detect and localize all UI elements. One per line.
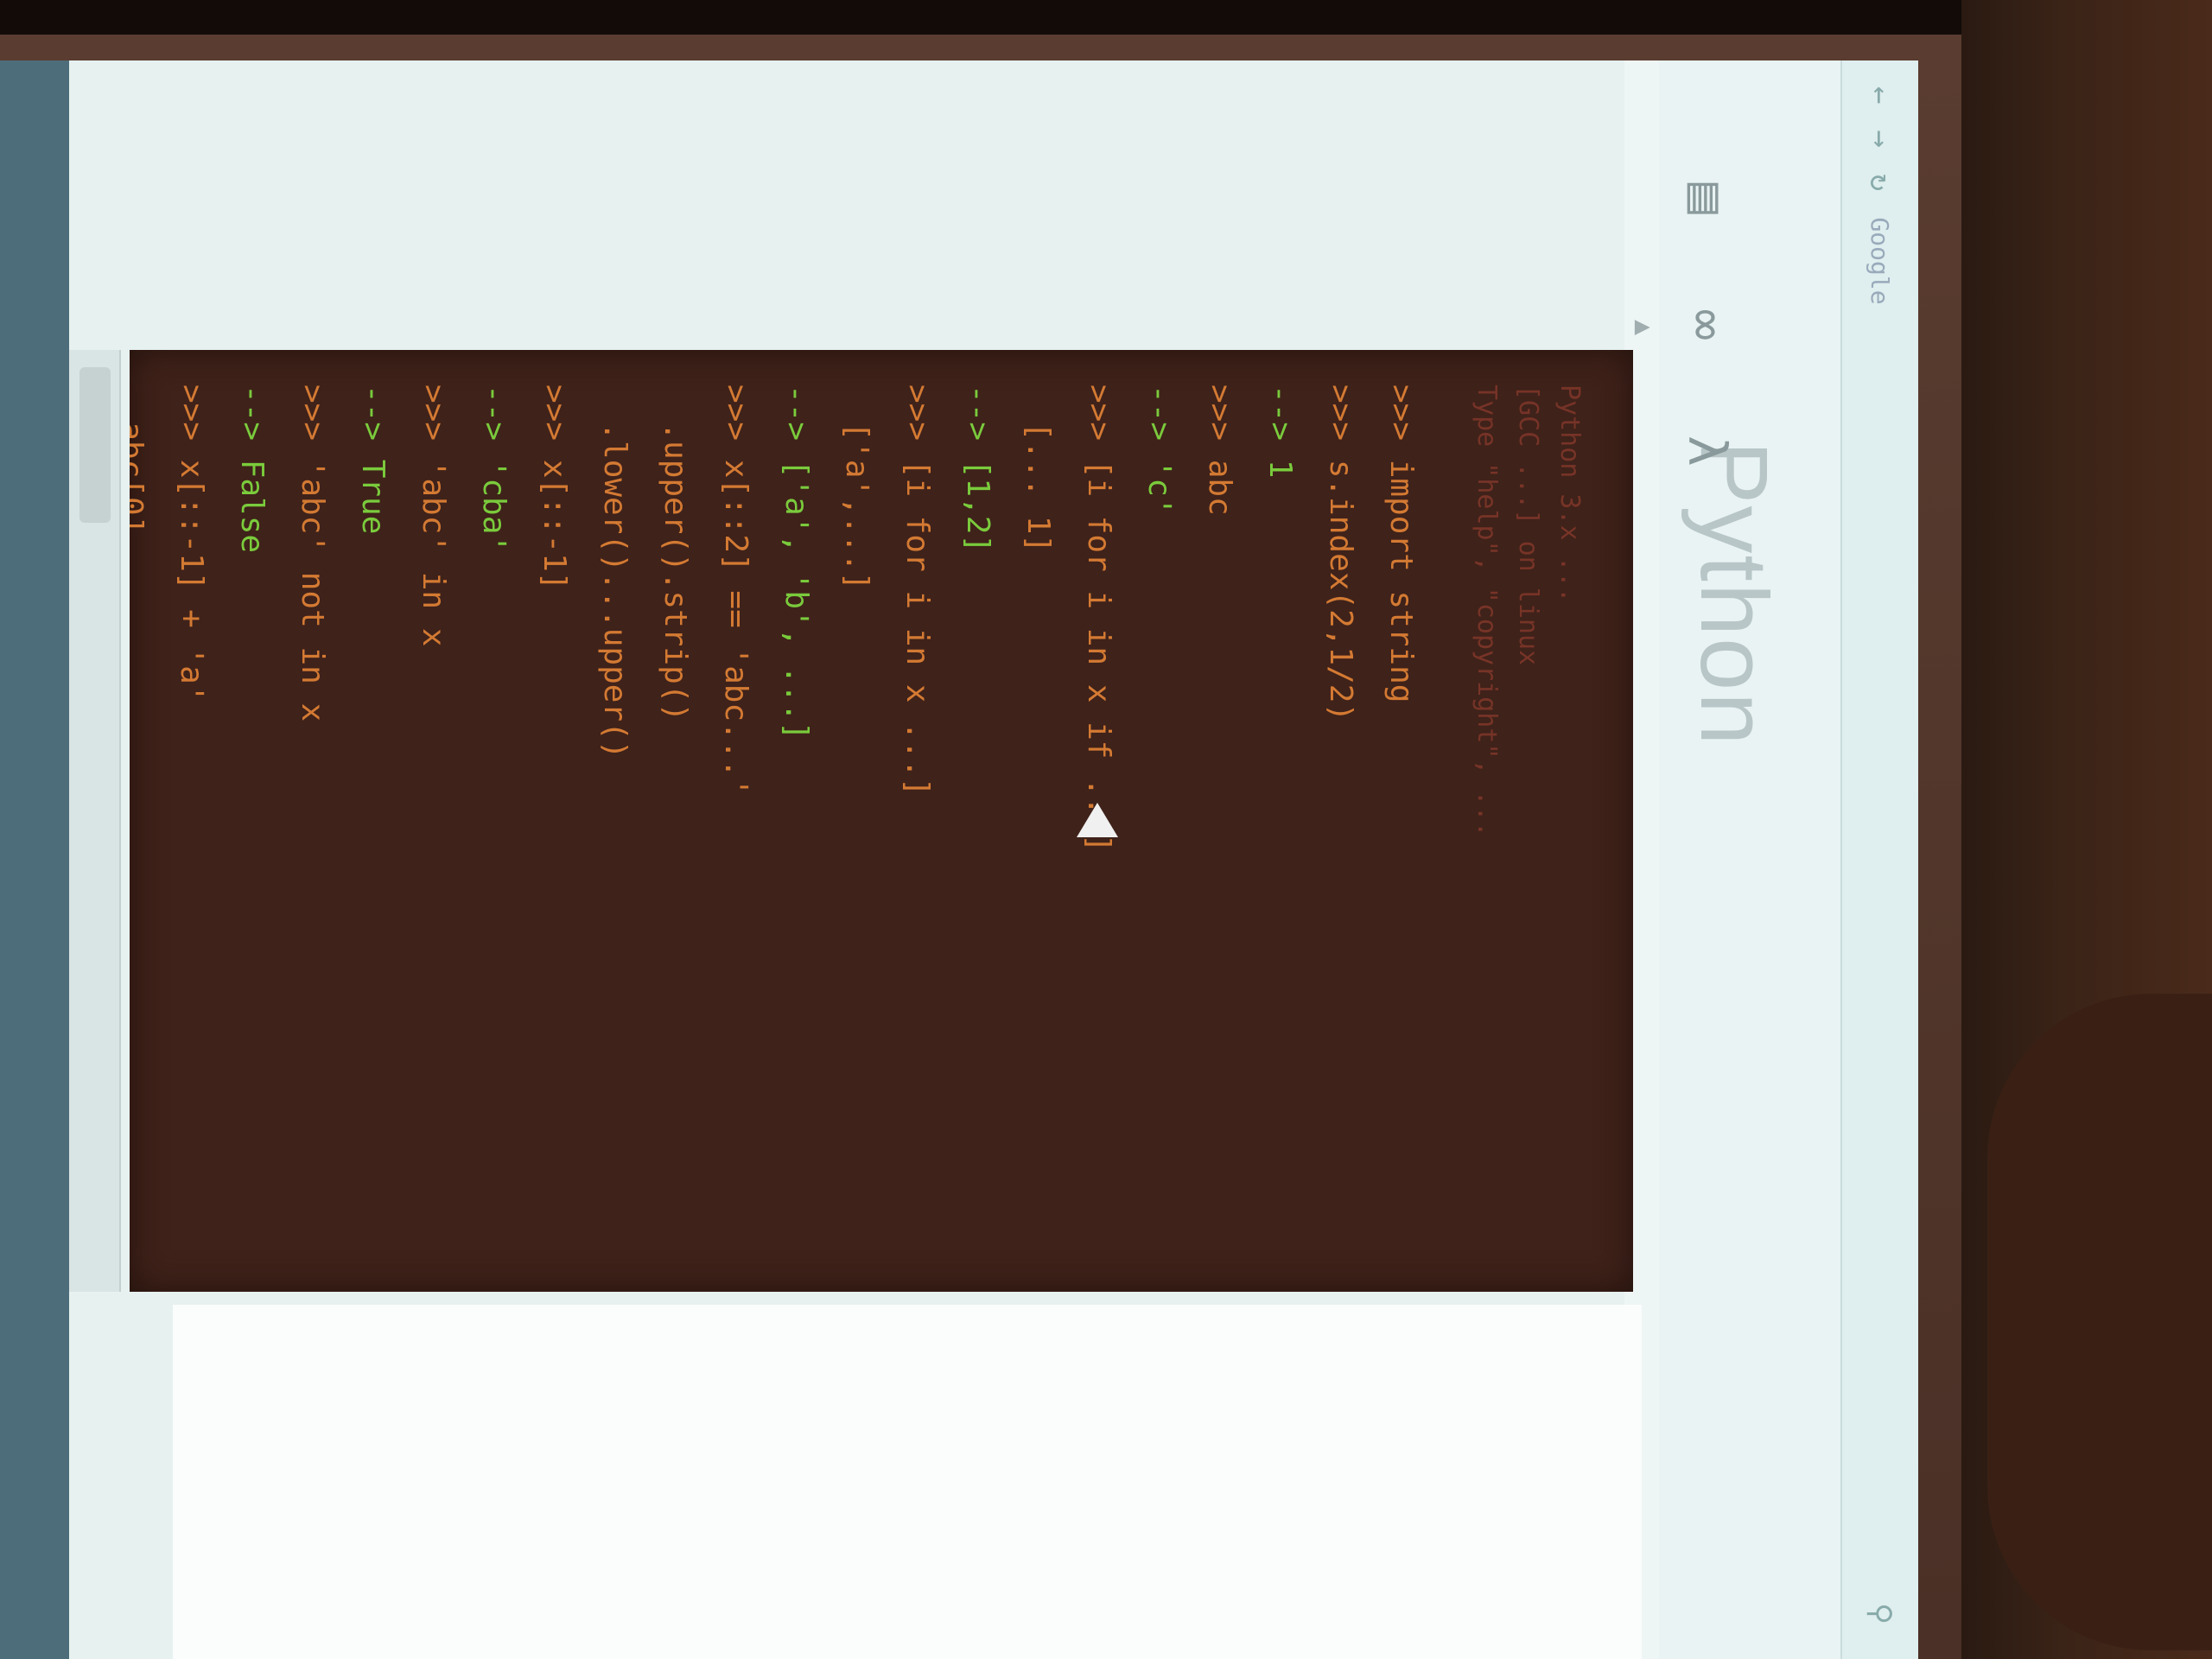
forward-arrow-icon[interactable]: → [1863,130,1897,147]
collapse-arrow-icon[interactable]: ▲ [1629,320,1659,335]
browser-window: ← → ↻ Google ⚲ Python ▤ ∞ λ ▲ Python 3.x… [0,60,1918,1659]
console-line: --> 'cba' [476,385,512,554]
console-line: >>> x[::-1] + 'a' [174,385,209,703]
python-console[interactable]: Python 3.x ... [GCC ...] on linux Type "… [130,350,1633,1292]
console-line: >>> [i for i in x ...] [899,385,935,797]
console-line: --> False [234,385,270,554]
console-line: >>> x[::-1] [537,385,572,591]
console-banner: Python 3.x ... [GCC ...] on linux Type "… [1465,385,1590,1266]
refresh-icon[interactable]: ↻ [1863,174,1897,191]
console-line: [... 1] [1020,385,1056,554]
banner-line: Type "help", "copyright", ... [1471,385,1502,837]
console-line: --> [1,2] [960,385,995,554]
back-arrow-icon[interactable]: ← [1863,86,1897,104]
banner-line: Python 3.x ... [1554,385,1585,603]
console-line: --> 'c' [1141,385,1177,516]
console-line: >>> s.index(2,1/2) [1323,385,1358,722]
taskbar [0,60,69,1659]
browser-toolbar: ← → ↻ Google ⚲ [1840,60,1918,1659]
console-lines: >>> import string >>> s.index(2,1/2) --> 1… [130,385,1431,1266]
console-line: .upper().strip() [658,385,693,722]
photo-top-edge [0,0,2212,35]
console-line: --> 1 [1262,385,1298,479]
right-output-panel [173,1305,1642,1659]
console-line: >>> x[::2] == 'abc...' [718,385,753,797]
lambda-icon[interactable]: λ [1676,435,1737,467]
monitor-screen: ← → ↻ Google ⚲ Python ▤ ∞ λ ▲ Python 3.x… [0,60,1918,1659]
console-line: >>> abc [1202,385,1237,516]
console-line: abc[0] [130,422,149,535]
console-horizontal-scrollbar[interactable] [67,350,121,1292]
page-title: Python [1681,441,1787,747]
header-tools: ▤ ∞ λ [1676,183,1737,467]
console-line: --> ['a', 'b', ...] [779,385,814,741]
banner-line: [GCC ...] on linux [1513,385,1543,666]
console-line: .lower()...upper() [597,385,632,760]
console-line: --> True [355,385,391,535]
document-icon[interactable]: ▤ [1676,183,1737,214]
search-icon[interactable]: ⚲ [1863,1603,1897,1624]
person-silhouette [1987,994,2212,1650]
console-line: ['a',...] [839,385,874,591]
console-body: Python 3.x ... [GCC ...] on linux Type "… [130,385,1590,1266]
console-line: >>> 'abc' in x [416,385,451,647]
link-icon[interactable]: ∞ [1676,309,1737,340]
console-line: >>> import string [1383,385,1419,703]
scrollbar-thumb[interactable] [79,367,111,523]
mouse-pointer-icon [1077,803,1118,837]
page-header: Python ▤ ∞ λ [1659,60,1840,1659]
console-line: >>> 'abc' not in x [295,385,330,722]
search-box[interactable]: Google [1866,217,1895,304]
